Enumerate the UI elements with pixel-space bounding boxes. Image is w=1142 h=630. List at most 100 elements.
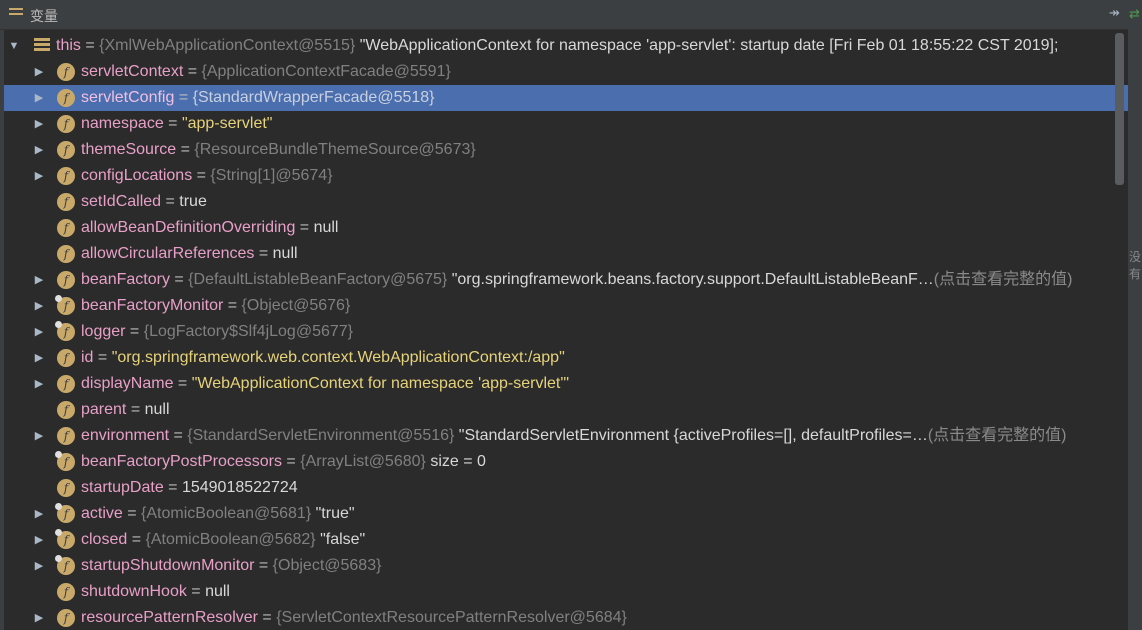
field-f-icon: f	[57, 219, 75, 237]
field-name: setIdCalled	[81, 193, 162, 210]
tree-row[interactable]: ▶ f namespace = "app-servlet"	[4, 111, 1128, 137]
field-f-icon: f	[55, 451, 75, 471]
tree-row[interactable]: f startupDate = 1549018522724	[4, 475, 1128, 501]
field-name: environment	[81, 427, 170, 444]
field-reference: {ResourceBundleThemeSource@5673}	[194, 141, 476, 158]
tree-row[interactable]: f setIdCalled = true	[4, 189, 1128, 215]
tree-row-this[interactable]: ▼ this = {XmlWebApplicationContext@5515}…	[4, 33, 1128, 59]
field-reference: {DefaultListableBeanFactory@5675}	[188, 271, 448, 288]
field-f-icon: f	[57, 63, 75, 81]
field-f-icon: f	[57, 427, 75, 445]
variables-panel-header: 变量 ↠	[0, 0, 1128, 30]
field-name: beanFactoryMonitor	[81, 297, 224, 314]
equals-sign: =	[257, 609, 277, 626]
field-name: beanFactoryPostProcessors	[81, 453, 282, 470]
equals-sign: =	[176, 141, 195, 158]
triangle-right-icon[interactable]: ▶	[33, 345, 45, 371]
field-f-icon: f	[57, 89, 75, 107]
triangle-right-icon[interactable]: ▶	[33, 605, 45, 630]
triangle-right-icon[interactable]: ▶	[33, 267, 45, 293]
equals-sign: =	[254, 245, 273, 262]
triangle-right-icon[interactable]: ▶	[33, 527, 45, 553]
field-reference: {ArrayList@5680}	[300, 453, 426, 470]
field-name: beanFactory	[81, 271, 170, 288]
field-value: true	[179, 193, 207, 210]
pin-icon[interactable]: ↠	[1109, 5, 1120, 21]
view-full-value-link[interactable]: (点击查看完整的值)	[934, 271, 1073, 288]
equals-sign: =	[295, 219, 314, 236]
tree-row[interactable]: ▶ f resourcePatternResolver = {ServletCont…	[4, 605, 1128, 630]
equals-sign: =	[127, 531, 146, 548]
equals-sign: =	[281, 453, 301, 470]
field-reference: {AtomicBoolean@5682}	[145, 531, 316, 548]
tree-row[interactable]: ▶ f displayName = "WebApplicationContext f…	[4, 371, 1128, 397]
field-value: null	[313, 219, 339, 236]
field-value: null	[272, 245, 298, 262]
view-full-value-link[interactable]: (点击查看完整的值)	[928, 427, 1067, 444]
variables-icon	[9, 8, 23, 20]
field-f-icon: f	[55, 321, 75, 341]
restore-layout-icon[interactable]: ⇄	[1129, 6, 1140, 22]
field-reference: {LogFactory$Slf4jLog@5677}	[143, 323, 353, 340]
field-string-value: "WebApplicationContext for namespace 'ap…	[191, 375, 570, 392]
field-value: null	[205, 583, 230, 600]
equals-sign: =	[161, 193, 180, 210]
field-value: null	[144, 401, 170, 418]
triangle-right-icon[interactable]: ▶	[33, 293, 45, 319]
triangle-right-icon[interactable]: ▶	[33, 137, 45, 163]
tree-row[interactable]: ▶ f beanFactoryMonitor = {Object@5676}	[4, 293, 1128, 319]
triangle-right-icon[interactable]: ▶	[33, 85, 45, 111]
triangle-right-icon[interactable]: ▶	[33, 553, 45, 579]
equals-sign: =	[93, 349, 112, 366]
variable-name: this	[56, 37, 81, 54]
tree-row[interactable]: ▶ f startupShutdownMonitor = {Object@5683}	[4, 553, 1128, 579]
triangle-right-icon[interactable]: ▶	[33, 163, 45, 189]
field-name: id	[81, 349, 94, 366]
tree-row[interactable]: ▶ f servletConfig = {StandardWrapperFacade…	[4, 85, 1128, 111]
triangle-right-icon[interactable]: ▶	[33, 501, 45, 527]
object-icon	[34, 38, 50, 54]
field-reference: {StandardWrapperFacade@5518}	[192, 89, 435, 106]
field-f-icon: f	[55, 529, 75, 549]
tree-row[interactable]: f shutdownHook = null	[4, 579, 1128, 605]
tree-row[interactable]: ▶ f themeSource = {ResourceBundleThemeSour…	[4, 137, 1128, 163]
field-string-value: "org.springframework.web.context.WebAppl…	[111, 349, 565, 366]
vertical-scrollbar[interactable]	[1113, 33, 1126, 630]
triangle-right-icon[interactable]: ▶	[33, 371, 45, 397]
equals-sign: =	[169, 427, 188, 444]
field-reference: {ApplicationContextFacade@5591}	[201, 63, 451, 80]
triangle-right-icon[interactable]: ▶	[33, 59, 45, 85]
tree-row[interactable]: ▶ f closed = {AtomicBoolean@5682} "false"	[4, 527, 1128, 553]
tree-row[interactable]: ▶ f environment = {StandardServletEnvironm…	[4, 423, 1128, 449]
equals-sign: =	[126, 401, 145, 418]
field-reference: {AtomicBoolean@5681}	[141, 505, 312, 522]
field-name: startupShutdownMonitor	[81, 557, 255, 574]
triangle-right-icon[interactable]: ▶	[33, 423, 45, 449]
field-f-icon: f	[57, 141, 75, 159]
tree-row[interactable]: f parent = null	[4, 397, 1128, 423]
tree-row[interactable]: f allowBeanDefinitionOverriding = null	[4, 215, 1128, 241]
triangle-down-icon[interactable]: ▼	[8, 33, 20, 59]
field-f-icon: f	[57, 583, 75, 601]
tree-row[interactable]: f beanFactoryPostProcessors = {ArrayList@…	[4, 449, 1128, 475]
tree-row[interactable]: ▶ f active = {AtomicBoolean@5681} "true"	[4, 501, 1128, 527]
tree-row[interactable]: ▶ f logger = {LogFactory$Slf4jLog@5677}	[4, 319, 1128, 345]
equals-sign: =	[125, 323, 144, 340]
field-value: 1549018522724	[181, 479, 298, 496]
field-string-value: "app-servlet"	[181, 115, 273, 132]
scrollbar-thumb[interactable]	[1115, 33, 1124, 185]
tree-row[interactable]: ▶ f beanFactory = {DefaultListableBeanFact…	[4, 267, 1128, 293]
tree-row[interactable]: ▶ f configLocations = {String[1]@5674}	[4, 163, 1128, 189]
tree-row[interactable]: f allowCircularReferences = null	[4, 241, 1128, 267]
field-reference: {StandardServletEnvironment@5516}	[187, 427, 455, 444]
tree-row[interactable]: ▶ f id = "org.springframework.web.context.…	[4, 345, 1128, 371]
tree-row[interactable]: ▶ f servletContext = {ApplicationContextFa…	[4, 59, 1128, 85]
triangle-right-icon[interactable]: ▶	[33, 319, 45, 345]
field-name: allowBeanDefinitionOverriding	[81, 219, 296, 236]
triangle-right-icon[interactable]: ▶	[33, 111, 45, 137]
field-f-icon: f	[57, 401, 75, 419]
variables-tree[interactable]: ▼ this = {XmlWebApplicationContext@5515}…	[4, 33, 1128, 630]
field-f-icon: f	[57, 167, 75, 185]
equals-sign: =	[122, 505, 142, 522]
field-f-icon: f	[55, 295, 75, 315]
